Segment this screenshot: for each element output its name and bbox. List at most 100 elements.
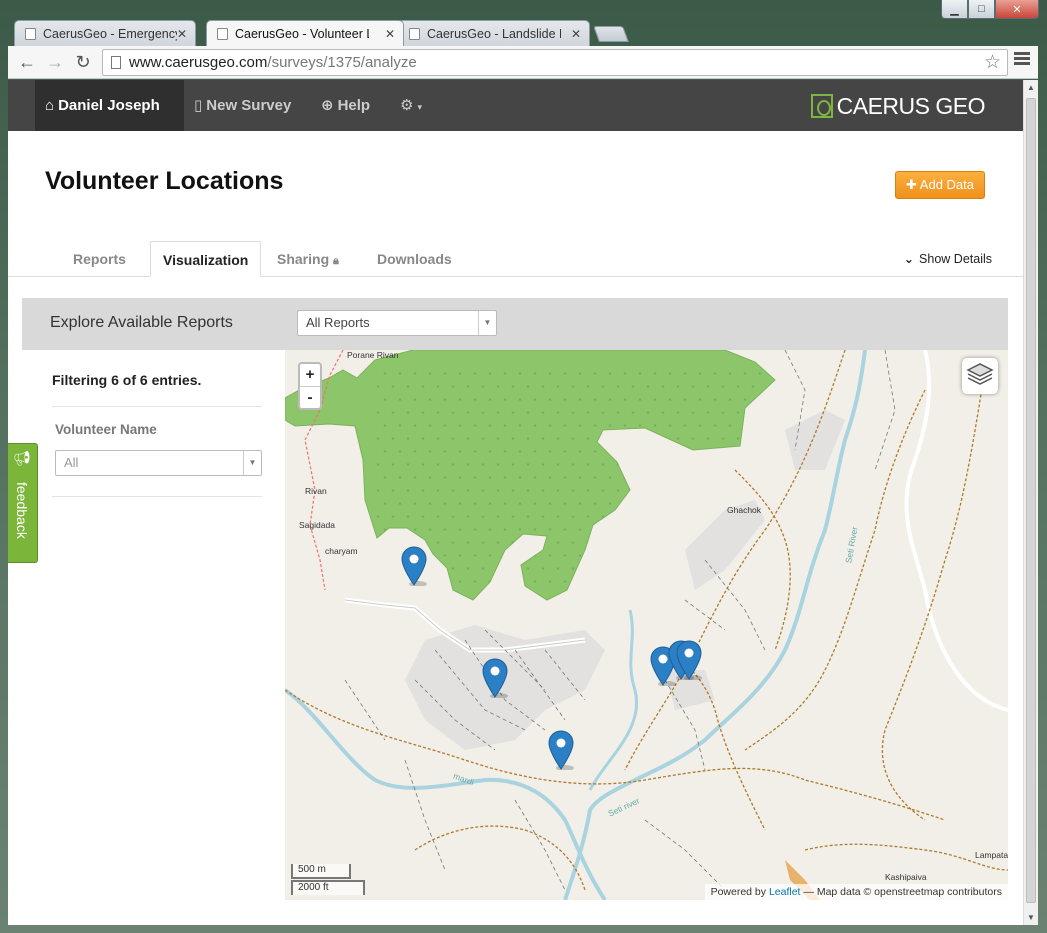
svg-text:⁎: ⁎ bbox=[668, 449, 671, 455]
map-marker-icon[interactable] bbox=[401, 546, 427, 586]
reload-icon[interactable]: ↻ bbox=[72, 51, 94, 73]
close-window-button[interactable]: ✕ bbox=[995, 0, 1039, 19]
map-tiles[interactable]: ⁎ ⁎ ⁎ ⁎ ⁎ ⁎ ⁎ ⁎ ⁎ ⁎ ⁎ ⁎ ⁎ ⁎ ⁎ ⁎ ⁎ ⁎ ⁎ ⁎ ⁎ ⁎ ⁎ ⁎ ⁎ ⁎ ⁎ ⁎ ⁎ ⁎ ⁎ ⁎ ⁎ ⁎ ⁎ ⁎ ⁎ ⁎ ⁎ ⁎… bbox=[285, 350, 1008, 900]
svg-text:⁎: ⁎ bbox=[458, 371, 461, 377]
select-caret-icon: ▼ bbox=[478, 311, 496, 335]
tab-title: CaerusGeo - Emergency S bbox=[43, 27, 177, 41]
reports-select[interactable]: All Reports ▼ bbox=[297, 310, 497, 336]
svg-text:⁎: ⁎ bbox=[383, 449, 386, 455]
svg-text:⁎: ⁎ bbox=[638, 501, 641, 507]
svg-text:⁎: ⁎ bbox=[503, 449, 506, 455]
svg-text:⁎: ⁎ bbox=[668, 423, 671, 429]
minimize-button[interactable]: ▁ bbox=[941, 0, 968, 19]
svg-text:⁎: ⁎ bbox=[473, 449, 476, 455]
scroll-down-icon[interactable]: ▼ bbox=[1027, 913, 1035, 922]
tab-sharing[interactable]: Sharing 🔒︎ bbox=[277, 241, 339, 277]
svg-text:⁎: ⁎ bbox=[623, 449, 626, 455]
svg-text:⁎: ⁎ bbox=[376, 384, 379, 390]
tab-visualization[interactable]: Visualization bbox=[150, 241, 262, 277]
bookmark-star-icon[interactable]: ☆ bbox=[984, 51, 1001, 74]
map-marker-icon[interactable] bbox=[482, 658, 508, 698]
map-marker-icon[interactable] bbox=[676, 640, 702, 680]
svg-text:⁎: ⁎ bbox=[721, 436, 724, 442]
svg-text:⁎: ⁎ bbox=[481, 384, 484, 390]
new-survey-link[interactable]: ▯ New Survey bbox=[194, 80, 291, 131]
zoom-out-button[interactable]: - bbox=[300, 386, 320, 408]
address-bar[interactable]: www.caerusgeo.com/surveys/1375/analyze ☆ bbox=[102, 49, 1008, 76]
new-tab-button[interactable] bbox=[593, 26, 629, 42]
svg-text:⁎: ⁎ bbox=[736, 384, 739, 390]
close-tab-icon[interactable]: ✕ bbox=[177, 21, 187, 46]
svg-text:⁎: ⁎ bbox=[466, 462, 469, 468]
svg-text:⁎: ⁎ bbox=[406, 462, 409, 468]
svg-text:⁎: ⁎ bbox=[743, 371, 746, 377]
svg-text:⁎: ⁎ bbox=[496, 410, 499, 416]
svg-text:⁎: ⁎ bbox=[511, 462, 514, 468]
svg-text:⁎: ⁎ bbox=[421, 410, 424, 416]
tab-downloads[interactable]: Downloads bbox=[377, 241, 452, 277]
caerus-geo-logo[interactable]: CAERUS GEO bbox=[810, 92, 986, 120]
svg-text:⁎: ⁎ bbox=[548, 527, 551, 533]
svg-text:⁎: ⁎ bbox=[653, 501, 656, 507]
svg-text:⁎: ⁎ bbox=[623, 397, 626, 403]
browser-tab[interactable]: CaerusGeo - Landslide Ha ✕ bbox=[398, 20, 590, 46]
feedback-tab[interactable]: 📢︎ feedback bbox=[8, 443, 38, 563]
svg-text:⁎: ⁎ bbox=[391, 462, 394, 468]
svg-text:⁎: ⁎ bbox=[653, 553, 656, 559]
scroll-up-icon[interactable]: ▲ bbox=[1027, 83, 1035, 92]
svg-text:⁎: ⁎ bbox=[473, 527, 476, 533]
svg-text:⁎: ⁎ bbox=[623, 423, 626, 429]
browser-tab[interactable]: CaerusGeo - Emergency S ✕ bbox=[14, 20, 196, 46]
svg-text:⁎: ⁎ bbox=[593, 579, 596, 585]
url-text[interactable]: www.caerusgeo.com/surveys/1375/analyze bbox=[129, 54, 417, 71]
maximize-button[interactable]: □ bbox=[968, 0, 995, 19]
svg-text:⁎: ⁎ bbox=[443, 423, 446, 429]
attribution-prefix: Powered by bbox=[710, 886, 767, 898]
svg-text:⁎: ⁎ bbox=[668, 501, 671, 507]
page-scrollbar[interactable]: ▲ ▼ bbox=[1023, 80, 1038, 925]
svg-text:⁎: ⁎ bbox=[406, 384, 409, 390]
svg-text:⁎: ⁎ bbox=[638, 475, 641, 481]
volunteer-name-select[interactable]: All ▼ bbox=[55, 450, 262, 476]
svg-text:⁎: ⁎ bbox=[458, 397, 461, 403]
user-home-link[interactable]: ⌂ Daniel Joseph bbox=[35, 80, 184, 131]
svg-text:⁎: ⁎ bbox=[481, 410, 484, 416]
browser-menu-icon[interactable] bbox=[1014, 52, 1030, 67]
svg-text:⁎: ⁎ bbox=[541, 488, 544, 494]
svg-text:⁎: ⁎ bbox=[556, 410, 559, 416]
svg-text:⁎: ⁎ bbox=[601, 462, 604, 468]
svg-text:⁎: ⁎ bbox=[533, 449, 536, 455]
zoom-control: + - bbox=[298, 362, 322, 410]
layers-icon[interactable] bbox=[962, 358, 998, 394]
close-tab-icon[interactable]: ✕ bbox=[571, 21, 581, 46]
svg-text:⁎: ⁎ bbox=[638, 423, 641, 429]
svg-text:⁎: ⁎ bbox=[466, 436, 469, 442]
close-tab-icon[interactable]: ✕ bbox=[385, 21, 395, 46]
map-marker-icon[interactable] bbox=[548, 730, 574, 770]
add-data-button[interactable]: ✚ Add Data bbox=[895, 171, 985, 199]
settings-dropdown[interactable]: ⚙ ▾ bbox=[400, 80, 422, 131]
svg-text:⁎: ⁎ bbox=[683, 475, 686, 481]
svg-text:⁎: ⁎ bbox=[541, 462, 544, 468]
browser-tab-active[interactable]: CaerusGeo - Volunteer Lo ✕ bbox=[206, 20, 404, 46]
svg-text:⁎: ⁎ bbox=[623, 371, 626, 377]
forward-arrow-icon[interactable]: → bbox=[44, 51, 66, 73]
svg-text:⁎: ⁎ bbox=[481, 488, 484, 494]
svg-text:⁎: ⁎ bbox=[601, 436, 604, 442]
svg-text:⁎: ⁎ bbox=[391, 410, 394, 416]
back-arrow-icon[interactable]: ← bbox=[16, 51, 38, 73]
svg-text:⁎: ⁎ bbox=[653, 449, 656, 455]
svg-text:⁎: ⁎ bbox=[518, 579, 521, 585]
show-details-toggle[interactable]: ⌄ Show Details bbox=[904, 251, 992, 266]
svg-text:⁎: ⁎ bbox=[443, 553, 446, 559]
tab-reports[interactable]: Reports bbox=[73, 241, 126, 277]
svg-text:⁎: ⁎ bbox=[593, 397, 596, 403]
scrollbar-thumb[interactable] bbox=[1026, 98, 1036, 903]
leaflet-link[interactable]: Leaflet bbox=[769, 886, 801, 898]
help-link[interactable]: ⊕ Help bbox=[321, 80, 370, 131]
zoom-in-button[interactable]: + bbox=[300, 364, 320, 386]
svg-text:⁎: ⁎ bbox=[593, 527, 596, 533]
svg-text:⁎: ⁎ bbox=[526, 540, 529, 546]
svg-text:⁎: ⁎ bbox=[751, 410, 754, 416]
map-view[interactable]: ⁎ ⁎ ⁎ ⁎ ⁎ ⁎ ⁎ ⁎ ⁎ ⁎ ⁎ ⁎ ⁎ ⁎ ⁎ ⁎ ⁎ ⁎ ⁎ ⁎ ⁎ ⁎ ⁎ ⁎ ⁎ ⁎ ⁎ ⁎ ⁎ ⁎ ⁎ ⁎ ⁎ ⁎ ⁎ ⁎ ⁎ ⁎ ⁎ ⁎… bbox=[285, 350, 1008, 900]
